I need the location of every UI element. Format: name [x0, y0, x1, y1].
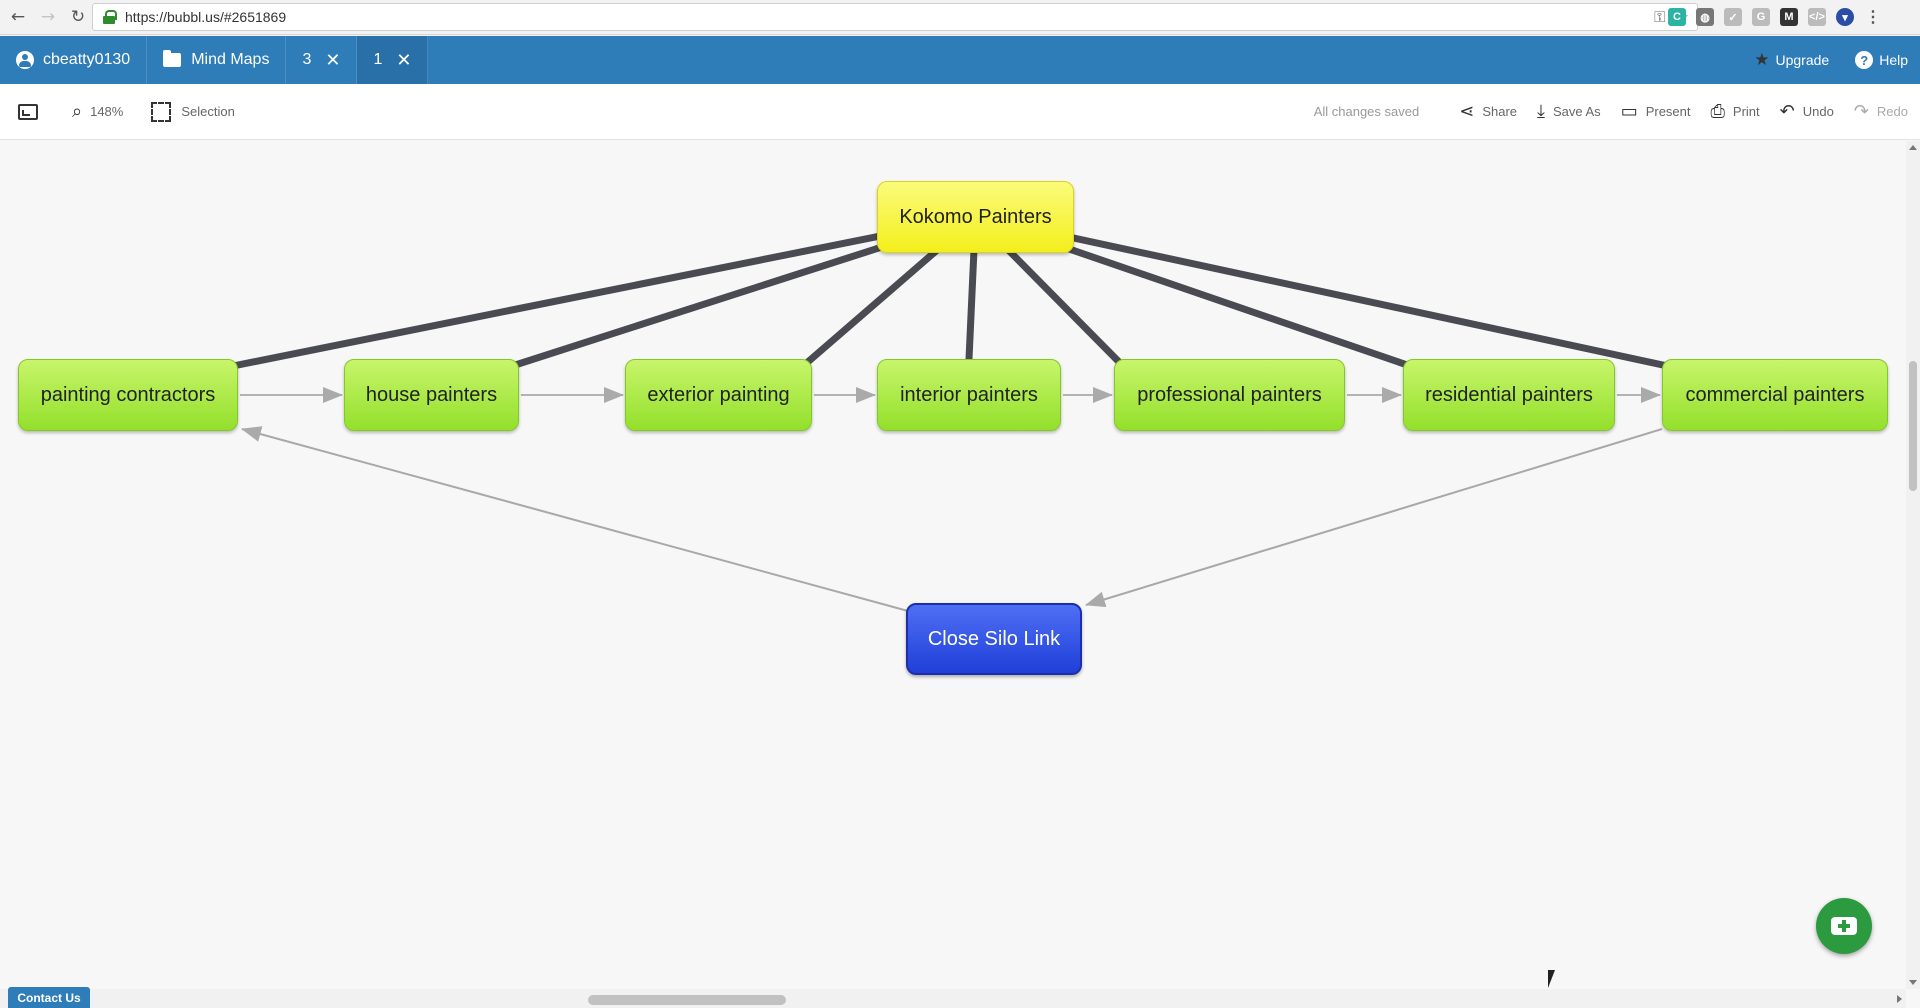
scrollbar-thumb[interactable]: [1909, 361, 1917, 491]
zoom-icon: ⌕: [72, 101, 83, 122]
share-button[interactable]: ⋖ Share: [1459, 101, 1517, 122]
help-label: Help: [1879, 52, 1908, 68]
extension-c-icon[interactable]: C: [1668, 8, 1686, 26]
root-node-label: Kokomo Painters: [899, 205, 1052, 228]
node-label: residential painters: [1425, 383, 1593, 406]
undo-icon: ↶: [1779, 101, 1795, 122]
browser-toolbar: ← → ↻ https://bubbl.us/#2651869 ⚿ ☆ C ◍ …: [0, 0, 1920, 35]
scroll-up-icon[interactable]: [1909, 145, 1917, 150]
node-label: house painters: [365, 383, 498, 406]
selection-icon: [151, 101, 172, 122]
connection-line: [972, 213, 1676, 371]
present-label: Present: [1645, 104, 1691, 119]
url-text[interactable]: https://bubbl.us/#2651869: [125, 9, 286, 25]
username: cbeatty0130: [43, 51, 131, 68]
print-button[interactable]: ⎙ Print: [1711, 101, 1760, 122]
save-as-label: Save As: [1552, 104, 1601, 119]
extension-check-icon[interactable]: ✓: [1724, 8, 1742, 26]
extension-m-icon[interactable]: M: [1780, 8, 1798, 26]
tab-1[interactable]: 1 ✕: [357, 36, 429, 84]
address-bar[interactable]: https://bubbl.us/#2651869 ⚿ ☆: [92, 3, 1698, 31]
redo-label: Redo: [1876, 104, 1908, 119]
editor-toolbar: ⌕ 148% Selection All changes saved ⋖ Sha…: [0, 84, 1920, 140]
star-icon: ★: [1754, 50, 1770, 70]
connection-line: [241, 426, 909, 612]
scroll-down-icon[interactable]: [1909, 980, 1917, 985]
mind-maps-button[interactable]: Mind Maps: [147, 36, 287, 84]
node-painting-contractors[interactable]: painting contractors: [18, 359, 238, 431]
lock-icon: [103, 10, 117, 24]
node-house-painters[interactable]: house painters: [344, 359, 519, 431]
node-label: exterior painting: [647, 383, 790, 406]
browser-menu-icon[interactable]: ⋮: [1864, 8, 1882, 26]
mouse-cursor-icon: [1548, 970, 1555, 988]
help-button[interactable]: ? Help: [1855, 51, 1908, 69]
tab-label: 1: [373, 51, 383, 68]
close-icon[interactable]: ✕: [325, 50, 340, 71]
node-interior-painters[interactable]: interior painters: [877, 359, 1061, 431]
save-status: All changes saved: [1313, 104, 1420, 119]
node-residential-painters[interactable]: residential painters: [1403, 359, 1615, 431]
connection-lines: [224, 213, 1676, 612]
extension-globe-icon[interactable]: ◍: [1696, 8, 1714, 26]
horizontal-scrollbar[interactable]: [0, 989, 1906, 1008]
reload-icon[interactable]: ↻: [66, 5, 90, 29]
undo-label: Undo: [1802, 104, 1834, 119]
fit-to-screen-button[interactable]: [18, 103, 46, 120]
node-label: interior painters: [900, 383, 1038, 406]
undo-button[interactable]: ↶ Undo: [1780, 101, 1834, 122]
download-icon: ⤓: [1537, 101, 1545, 122]
save-as-button[interactable]: ⤓ Save As: [1537, 101, 1601, 122]
share-label: Share: [1482, 104, 1518, 119]
mindmap-canvas[interactable]: Kokomo Painters painting contractors hou…: [0, 141, 1906, 989]
selection-button[interactable]: Selection: [151, 101, 235, 122]
add-node-button[interactable]: [1816, 898, 1872, 954]
tab-label: 3: [302, 51, 312, 68]
close-icon[interactable]: ✕: [396, 50, 411, 71]
user-icon: [16, 51, 34, 69]
zoom-level: 148%: [90, 104, 124, 119]
user-menu[interactable]: cbeatty0130: [0, 36, 148, 84]
printer-icon: ⎙: [1710, 101, 1725, 122]
node-label: professional painters: [1137, 383, 1322, 406]
present-button[interactable]: ▭ Present: [1621, 101, 1691, 122]
redo-button[interactable]: ↷ Redo: [1854, 101, 1908, 122]
redo-icon: ↷: [1853, 101, 1869, 122]
print-label: Print: [1732, 104, 1760, 119]
connection-line: [1085, 428, 1663, 608]
node-label: commercial painters: [1685, 383, 1865, 406]
app-header: cbeatty0130 Mind Maps 3 ✕ 1 ✕ ★ Upgrade …: [0, 36, 1920, 84]
upgrade-button[interactable]: ★ Upgrade: [1754, 50, 1829, 70]
upgrade-label: Upgrade: [1775, 52, 1830, 68]
connection-line: [224, 213, 979, 371]
zoom-button[interactable]: ⌕ 148%: [72, 101, 123, 122]
tab-3[interactable]: 3 ✕: [286, 36, 358, 84]
selection-label: Selection: [181, 104, 235, 119]
mind-maps-label: Mind Maps: [191, 51, 270, 68]
scroll-right-icon[interactable]: [1897, 995, 1902, 1003]
node-exterior-painting[interactable]: exterior painting: [625, 359, 812, 431]
folder-icon: [163, 50, 182, 67]
monitor-icon: ▭: [1620, 101, 1638, 122]
extension-code-icon[interactable]: </>: [1808, 8, 1826, 26]
extension-icons: C ◍ ✓ G M </> ▾ ⋮: [1668, 8, 1882, 26]
add-icon: [1831, 917, 1857, 935]
forward-arrow-icon[interactable]: →: [36, 5, 60, 29]
node-commercial-painters[interactable]: commercial painters: [1662, 359, 1888, 431]
scrollbar-thumb[interactable]: [588, 995, 786, 1005]
node-label: Close Silo Link: [927, 627, 1061, 650]
help-icon: ?: [1855, 51, 1874, 69]
fit-screen-icon: [18, 103, 38, 120]
extension-shield-icon[interactable]: ▾: [1836, 8, 1854, 26]
key-icon[interactable]: ⚿: [1654, 8, 1665, 26]
extension-g-icon[interactable]: G: [1752, 8, 1770, 26]
vertical-scrollbar[interactable]: [1906, 141, 1920, 989]
node-label: painting contractors: [40, 383, 216, 406]
node-close-silo-link[interactable]: Close Silo Link: [906, 603, 1082, 675]
node-professional-painters[interactable]: professional painters: [1114, 359, 1345, 431]
back-arrow-icon[interactable]: ←: [6, 5, 30, 29]
contact-us-button[interactable]: Contact Us: [8, 987, 90, 1008]
share-icon: ⋖: [1459, 101, 1475, 122]
root-node[interactable]: Kokomo Painters: [877, 181, 1074, 253]
